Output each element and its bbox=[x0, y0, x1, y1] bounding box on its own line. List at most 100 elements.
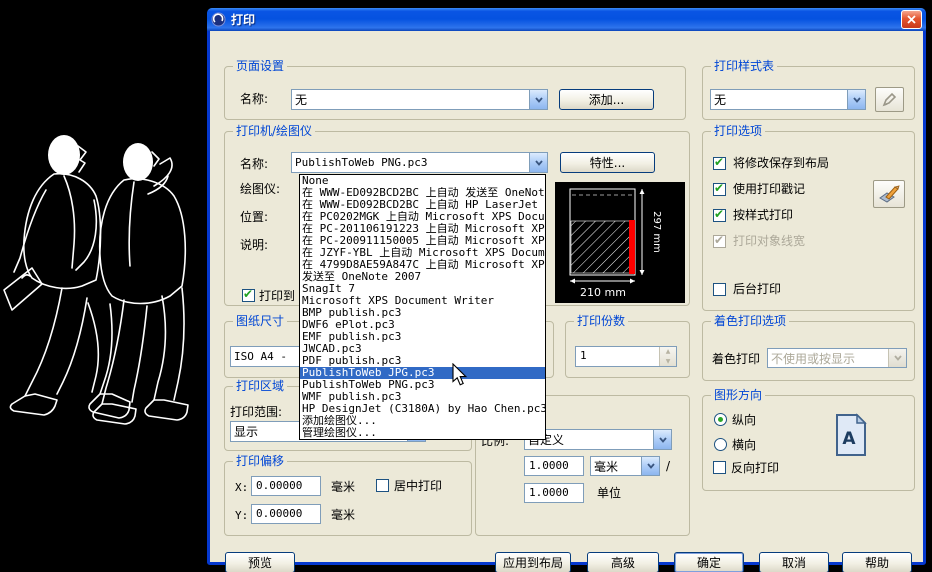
checkbox[interactable] bbox=[713, 283, 726, 296]
plot-offset-legend: 打印偏移 bbox=[233, 453, 287, 469]
scale-unit-combo[interactable]: 毫米 bbox=[590, 456, 660, 476]
edit-plot-style-button[interactable] bbox=[875, 87, 904, 112]
dialog-title: 打印 bbox=[231, 11, 901, 28]
dropdown-item[interactable]: HP DesignJet (C3180A) by Hao Chen.pc3 bbox=[300, 403, 545, 415]
pencil-icon bbox=[881, 91, 898, 108]
dropdown-item[interactable]: PublishToWeb JPG.pc3 bbox=[300, 367, 545, 379]
dropdown-item[interactable]: PDF publish.pc3 bbox=[300, 355, 545, 367]
center-plot-checkbox[interactable] bbox=[376, 479, 389, 492]
add-button[interactable]: 添加... bbox=[559, 89, 654, 110]
dropdown-item[interactable]: DWF6 ePlot.pc3 bbox=[300, 319, 545, 331]
spinner-up-icon[interactable]: ▲ bbox=[660, 347, 676, 357]
dropdown-item[interactable]: 在 JZYF-YBL 上自动 Microsoft XPS Document W bbox=[300, 247, 545, 259]
page-setup-name-combo[interactable]: 无 bbox=[291, 89, 548, 110]
close-button[interactable] bbox=[901, 10, 922, 29]
dropdown-item[interactable]: 在 PC-200911150005 上自动 Microsoft XPS Do bbox=[300, 235, 545, 247]
plot-style-legend: 打印样式表 bbox=[711, 58, 777, 74]
dropdown-item[interactable]: 在 WWW-ED092BCD2BC 上自动 发送至 OneNote 20 bbox=[300, 187, 545, 199]
printer-legend: 打印机/绘图仪 bbox=[233, 123, 315, 139]
reverse-plot-label: 反向打印 bbox=[731, 461, 779, 475]
offset-x-unit: 毫米 bbox=[331, 480, 355, 494]
dropdown-item[interactable]: SnagIt 7 bbox=[300, 283, 545, 295]
dropdown-item[interactable]: 在 4799D8AE59A847C 上自动 Microsoft XPS Do bbox=[300, 259, 545, 271]
scale-length-input[interactable]: 1.0000 bbox=[524, 456, 584, 476]
checkbox[interactable]: ✔ bbox=[713, 157, 726, 170]
plot-option-label: 按样式打印 bbox=[733, 208, 793, 222]
advanced-button[interactable]: 高级 bbox=[587, 552, 659, 572]
offset-x-input[interactable]: 0.00000 bbox=[251, 476, 321, 496]
close-icon bbox=[907, 15, 916, 24]
cancel-button[interactable]: 取消 bbox=[759, 552, 829, 572]
offset-y-input[interactable]: 0.00000 bbox=[251, 504, 321, 524]
checkbox: ✔ bbox=[713, 235, 726, 248]
printer-name-combo[interactable]: PublishToWeb PNG.pc3 bbox=[291, 152, 548, 173]
scale-units-input[interactable]: 1.0000 bbox=[524, 483, 584, 503]
reverse-plot-checkbox[interactable] bbox=[713, 461, 726, 474]
scale-units-label: 单位 bbox=[597, 486, 621, 500]
checkbox[interactable]: ✔ bbox=[713, 209, 726, 222]
properties-button[interactable]: 特性... bbox=[560, 152, 655, 173]
plot-options-legend: 打印选项 bbox=[711, 123, 765, 139]
scale-divider: / bbox=[666, 459, 670, 473]
plot-option-label: 后台打印 bbox=[733, 282, 781, 296]
page-setup-legend: 页面设置 bbox=[233, 58, 287, 74]
chevron-down-icon[interactable] bbox=[641, 457, 659, 475]
chevron-down-icon[interactable] bbox=[847, 90, 865, 109]
landscape-label: 横向 bbox=[732, 438, 756, 452]
spinner-down-icon[interactable]: ▼ bbox=[660, 357, 676, 367]
dialog-icon bbox=[211, 12, 226, 27]
plot-option-row: 后台打印 bbox=[713, 282, 910, 297]
checkbox[interactable]: ✔ bbox=[713, 183, 726, 196]
dropdown-item[interactable]: EMF publish.pc3 bbox=[300, 331, 545, 343]
copies-legend: 打印份数 bbox=[574, 313, 628, 329]
preview-button[interactable]: 预览 bbox=[225, 552, 295, 572]
dropdown-item[interactable]: JWCAD.pc3 bbox=[300, 343, 545, 355]
chevron-down-icon[interactable] bbox=[529, 90, 547, 109]
offset-y-unit: 毫米 bbox=[331, 508, 355, 522]
title-bar[interactable]: 打印 bbox=[207, 8, 926, 31]
plot-options-list: ✔将修改保存到布局✔使用打印戳记✔按样式打印✔打印对象线宽后台打印 bbox=[713, 156, 910, 308]
dropdown-item[interactable]: None bbox=[300, 175, 545, 187]
apply-to-layout-button[interactable]: 应用到布局 bbox=[495, 552, 571, 572]
dropdown-item[interactable]: 在 PC-201106191223 上自动 Microsoft XPS Do bbox=[300, 223, 545, 235]
dropdown-item[interactable]: 管理绘图仪... bbox=[300, 427, 545, 439]
plot-option-row: ✔将修改保存到布局 bbox=[713, 156, 910, 171]
orientation-legend: 图形方向 bbox=[711, 387, 765, 403]
cursor-icon bbox=[452, 363, 468, 387]
shade-plot-combo: 不使用或按显示 bbox=[767, 348, 907, 368]
dropdown-item[interactable]: WMF publish.pc3 bbox=[300, 391, 545, 403]
portrait-label: 纵向 bbox=[732, 413, 756, 427]
offset-x-label: X: bbox=[235, 481, 248, 495]
chevron-down-icon[interactable] bbox=[653, 430, 671, 449]
plot-to-file-checkbox[interactable]: ✔ bbox=[242, 289, 255, 302]
chevron-down-icon[interactable] bbox=[529, 153, 547, 172]
description-label: 说明: bbox=[240, 238, 268, 252]
dropdown-item[interactable]: BMP publish.pc3 bbox=[300, 307, 545, 319]
ok-button[interactable]: 确定 bbox=[674, 552, 744, 572]
landscape-radio[interactable] bbox=[714, 438, 727, 451]
dropdown-item[interactable]: 添加绘图仪... bbox=[300, 415, 545, 427]
dropdown-item[interactable]: 在 PC0202MGK 上自动 Microsoft XPS Document bbox=[300, 211, 545, 223]
copies-spinner[interactable]: 1 ▲ ▼ bbox=[575, 346, 677, 367]
help-button[interactable]: 帮助 bbox=[842, 552, 912, 572]
plot-range-label: 打印范围: bbox=[230, 405, 282, 419]
location-label: 位置: bbox=[240, 210, 268, 224]
autocad-canvas: 打印 页面设置 名称: 无 添加... 打印样式表 bbox=[0, 0, 932, 572]
plot-style-combo[interactable]: 无 bbox=[710, 89, 866, 110]
printer-dropdown-list[interactable]: None在 WWW-ED092BCD2BC 上自动 发送至 OneNote 20… bbox=[299, 174, 546, 440]
plot-options-group: 打印选项 ✔将修改保存到布局✔使用打印戳记✔按样式打印✔打印对象线宽后台打印 bbox=[702, 131, 915, 311]
preview-width-label: 210 mm bbox=[580, 286, 626, 299]
figures-drawing bbox=[2, 98, 206, 442]
plot-option-row: ✔打印对象线宽 bbox=[713, 234, 910, 249]
dropdown-item[interactable]: 在 WWW-ED092BCD2BC 上自动 HP LaserJet 8000 bbox=[300, 199, 545, 211]
plot-stamp-settings-button[interactable] bbox=[873, 180, 905, 208]
svg-text:A: A bbox=[842, 429, 856, 449]
dropdown-item[interactable]: 发送至 OneNote 2007 bbox=[300, 271, 545, 283]
preview-height-label: 297 mm bbox=[651, 211, 662, 253]
plot-option-label: 使用打印戳记 bbox=[733, 182, 805, 196]
scale-combo[interactable]: 自定义 bbox=[524, 429, 672, 450]
portrait-radio[interactable] bbox=[714, 413, 727, 426]
dropdown-item[interactable]: Microsoft XPS Document Writer bbox=[300, 295, 545, 307]
dropdown-item[interactable]: PublishToWeb PNG.pc3 bbox=[300, 379, 545, 391]
offset-y-label: Y: bbox=[235, 509, 248, 523]
